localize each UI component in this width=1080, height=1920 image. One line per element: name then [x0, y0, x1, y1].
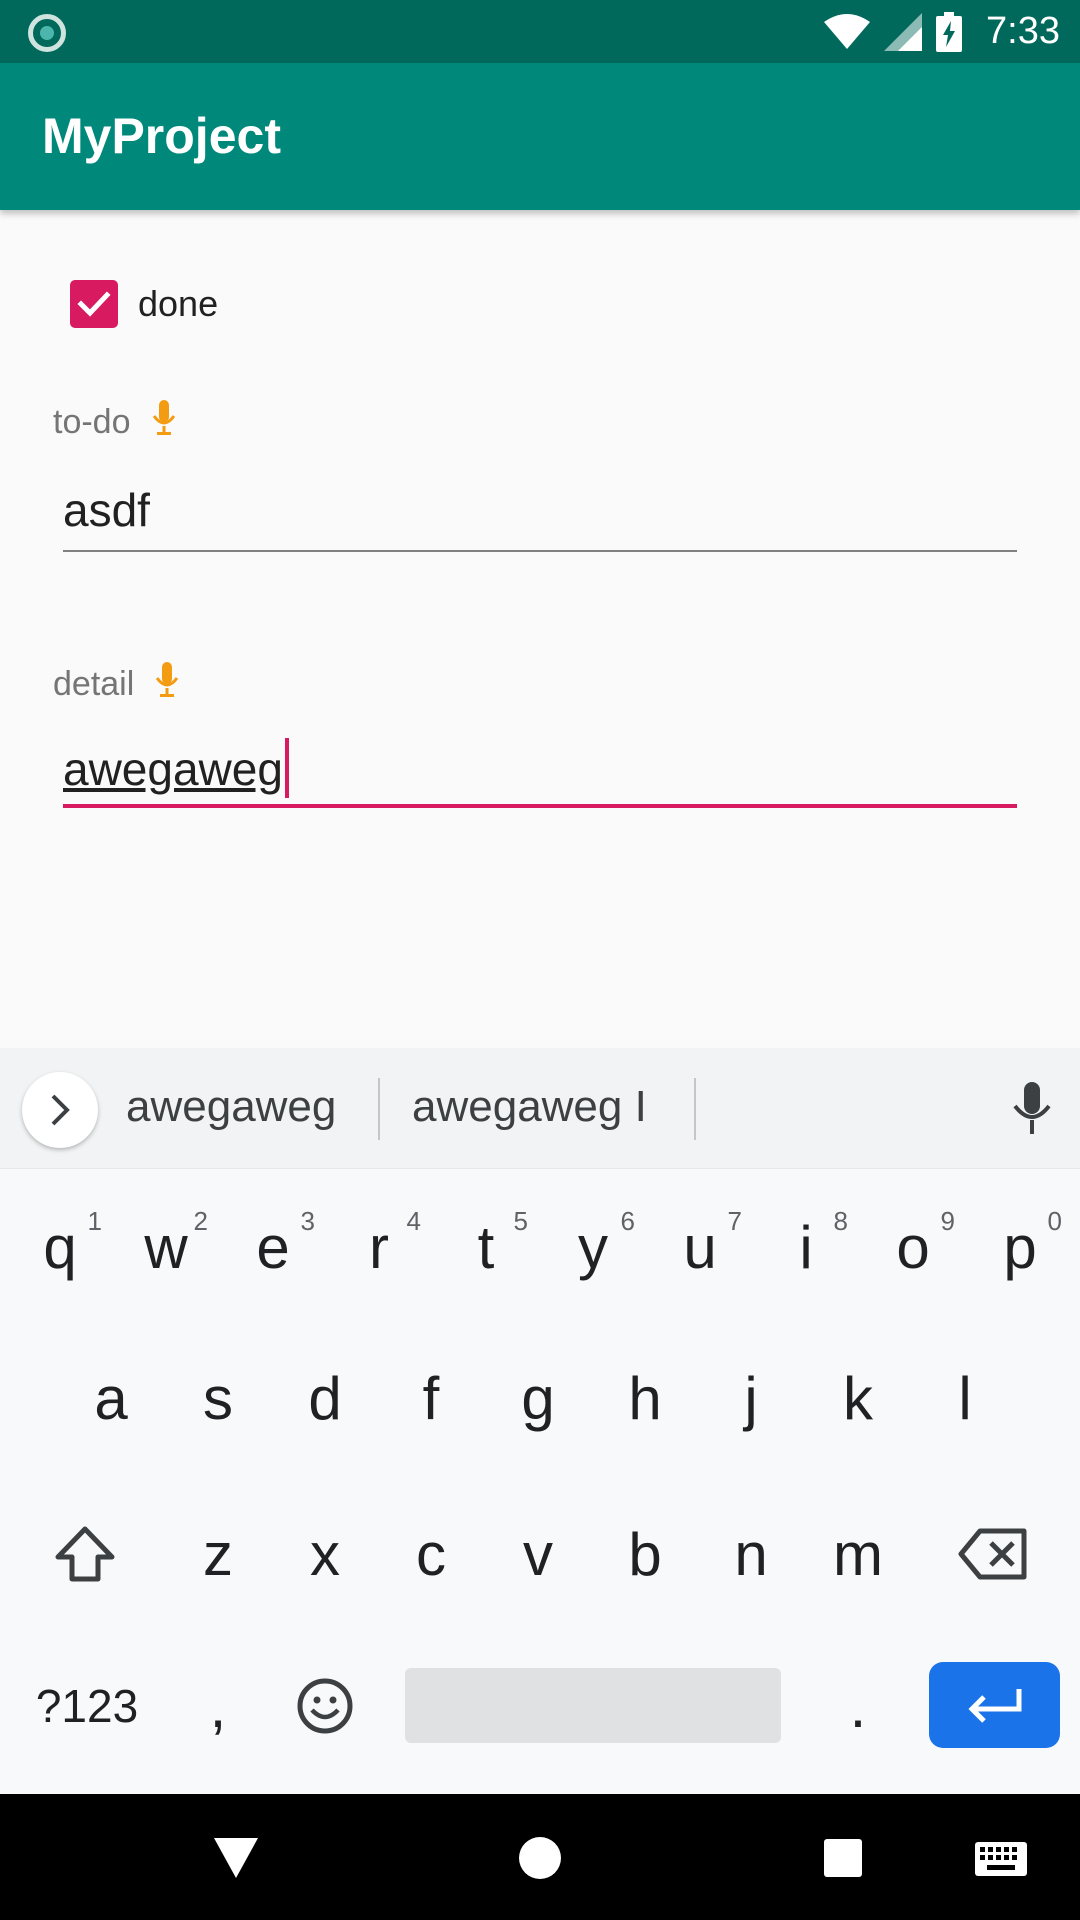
todo-mic-icon[interactable]: [152, 400, 175, 445]
status-bar: 7:33: [0, 0, 1080, 63]
todo-label-row: to-do: [53, 400, 175, 445]
key-j[interactable]: j: [703, 1333, 799, 1463]
check-icon: [77, 291, 111, 317]
app-bar: MyProject: [0, 63, 1080, 210]
shift-icon: [55, 1526, 115, 1582]
key-s[interactable]: s: [170, 1333, 266, 1463]
notification-circle-icon: [28, 14, 66, 52]
key-v[interactable]: v: [490, 1489, 586, 1619]
wifi-icon: [824, 13, 871, 49]
key-c[interactable]: c: [383, 1489, 479, 1619]
enter-icon: [967, 1689, 1021, 1723]
status-time: 7:33: [986, 10, 1060, 52]
suggestion-bar: awegaweg awegaweg I: [0, 1048, 1080, 1169]
key-q[interactable]: q1: [12, 1182, 108, 1312]
backspace-key[interactable]: [945, 1489, 1041, 1619]
key-p[interactable]: p0: [972, 1182, 1068, 1312]
done-checkbox[interactable]: [70, 280, 118, 328]
backspace-icon: [958, 1528, 1027, 1580]
detail-underline: [63, 804, 1017, 808]
keyboard-switch-icon[interactable]: [975, 1842, 1027, 1876]
shift-key[interactable]: [37, 1489, 133, 1619]
key-o[interactable]: o9: [865, 1182, 961, 1312]
suggestion-divider: [694, 1078, 696, 1140]
detail-input-text: awegaweg: [63, 743, 283, 795]
suggestion-divider: [378, 1078, 380, 1140]
key-z[interactable]: z: [170, 1489, 266, 1619]
key-h[interactable]: h: [597, 1333, 693, 1463]
space-key[interactable]: [405, 1668, 781, 1743]
key-e[interactable]: e3: [225, 1182, 321, 1312]
emoji-key[interactable]: [277, 1641, 373, 1771]
battery-charging-icon: [936, 11, 963, 52]
period-key[interactable]: .: [810, 1641, 906, 1771]
key-n[interactable]: n: [703, 1489, 799, 1619]
detail-label: detail: [53, 665, 135, 703]
key-r[interactable]: r4: [331, 1182, 427, 1312]
done-checkbox-label: done: [138, 283, 219, 324]
emoji-icon: [297, 1678, 353, 1734]
enter-key[interactable]: [929, 1662, 1060, 1748]
key-b[interactable]: b: [597, 1489, 693, 1619]
key-y[interactable]: y6: [545, 1182, 641, 1312]
todo-input[interactable]: asdf: [63, 480, 1017, 540]
signal-icon: [884, 12, 923, 51]
key-w[interactable]: w2: [118, 1182, 214, 1312]
detail-input[interactable]: awegaweg: [63, 737, 1017, 801]
key-f[interactable]: f: [383, 1333, 479, 1463]
chevron-right-icon: [51, 1094, 70, 1126]
todo-label: to-do: [53, 403, 131, 441]
todo-underline: [63, 550, 1017, 552]
recents-icon[interactable]: [824, 1839, 862, 1877]
status-icons: 7:33: [824, 0, 1060, 63]
expand-suggestions-button[interactable]: [22, 1072, 98, 1148]
suggestion-2[interactable]: awegaweg I: [412, 1082, 647, 1132]
home-icon[interactable]: [519, 1837, 561, 1879]
key-x[interactable]: x: [277, 1489, 373, 1619]
key-u[interactable]: u7: [652, 1182, 748, 1312]
detail-label-row: detail: [53, 662, 179, 707]
voice-input-mic-icon[interactable]: [1012, 1082, 1052, 1141]
key-m[interactable]: m: [810, 1489, 906, 1619]
symbols-key[interactable]: ?123: [22, 1641, 152, 1771]
app-title: MyProject: [42, 108, 281, 164]
key-t[interactable]: t5: [438, 1182, 534, 1312]
key-i[interactable]: i8: [758, 1182, 854, 1312]
detail-mic-icon[interactable]: [156, 662, 179, 707]
back-icon[interactable]: [214, 1838, 258, 1878]
key-a[interactable]: a: [63, 1333, 159, 1463]
key-d[interactable]: d: [277, 1333, 373, 1463]
navigation-bar: [0, 1794, 1080, 1920]
comma-key[interactable]: ,: [170, 1641, 266, 1771]
suggestion-1[interactable]: awegaweg: [126, 1082, 336, 1132]
done-checkbox-row[interactable]: done: [70, 280, 218, 328]
key-k[interactable]: k: [810, 1333, 906, 1463]
key-g[interactable]: g: [490, 1333, 586, 1463]
text-cursor: [284, 737, 289, 798]
key-l[interactable]: l: [917, 1333, 1013, 1463]
